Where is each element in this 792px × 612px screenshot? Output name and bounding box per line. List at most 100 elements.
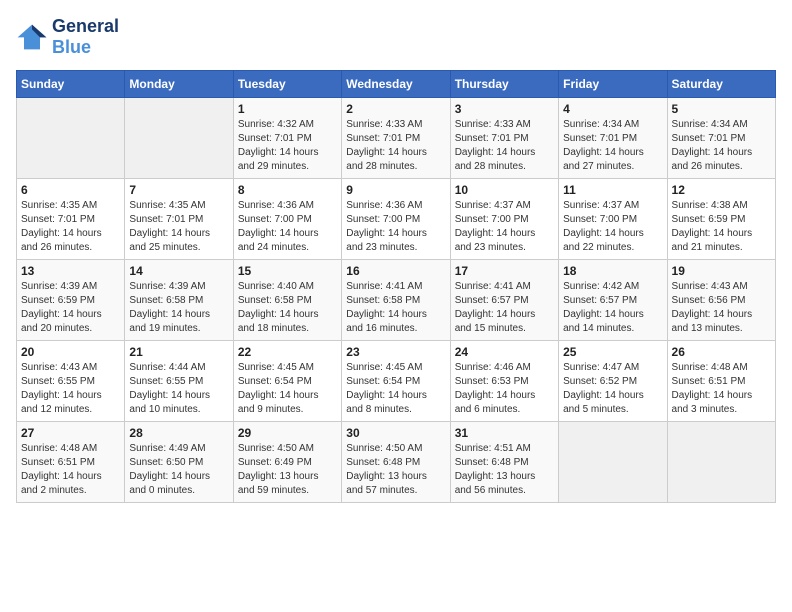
- day-info: Sunrise: 4:45 AM Sunset: 6:54 PM Dayligh…: [346, 361, 445, 417]
- calendar-table: SundayMondayTuesdayWednesdayThursdayFrid…: [16, 70, 776, 503]
- day-number: 24: [455, 345, 554, 359]
- day-number: 17: [455, 264, 554, 278]
- day-info: Sunrise: 4:42 AM Sunset: 6:57 PM Dayligh…: [563, 280, 662, 336]
- day-info: Sunrise: 4:33 AM Sunset: 7:01 PM Dayligh…: [455, 118, 554, 174]
- day-info: Sunrise: 4:37 AM Sunset: 7:00 PM Dayligh…: [455, 199, 554, 255]
- day-number: 7: [129, 183, 228, 197]
- day-number: 21: [129, 345, 228, 359]
- day-info: Sunrise: 4:48 AM Sunset: 6:51 PM Dayligh…: [21, 442, 120, 498]
- day-info: Sunrise: 4:46 AM Sunset: 6:53 PM Dayligh…: [455, 361, 554, 417]
- day-number: 2: [346, 102, 445, 116]
- calendar-cell: [17, 98, 125, 179]
- day-number: 26: [672, 345, 771, 359]
- day-info: Sunrise: 4:36 AM Sunset: 7:00 PM Dayligh…: [238, 199, 337, 255]
- day-info: Sunrise: 4:47 AM Sunset: 6:52 PM Dayligh…: [563, 361, 662, 417]
- day-number: 9: [346, 183, 445, 197]
- calendar-cell: 5Sunrise: 4:34 AM Sunset: 7:01 PM Daylig…: [667, 98, 775, 179]
- calendar-cell: 17 Sunrise: 4:41 AM Sunset: 6:57 PM Dayli…: [450, 260, 558, 341]
- weekday-header-saturday: Saturday: [667, 71, 775, 98]
- day-info: Sunrise: 4:34 AM Sunset: 7:01 PM Dayligh…: [563, 118, 662, 174]
- calendar-cell: 22Sunrise: 4:45 AM Sunset: 6:54 PM Dayli…: [233, 341, 341, 422]
- calendar-cell: 21 Sunrise: 4:44 AM Sunset: 6:55 PM Dayli…: [125, 341, 233, 422]
- day-number: 25: [563, 345, 662, 359]
- day-number: 10: [455, 183, 554, 197]
- calendar-week-5: 27 Sunrise: 4:48 AM Sunset: 6:51 PM Dayli…: [17, 422, 776, 503]
- day-number: 22: [238, 345, 337, 359]
- day-info: Sunrise: 4:51 AM Sunset: 6:48 PM Dayligh…: [455, 442, 554, 498]
- day-number: 3: [455, 102, 554, 116]
- day-number: 18: [563, 264, 662, 278]
- weekday-header-thursday: Thursday: [450, 71, 558, 98]
- calendar-cell: [559, 422, 667, 503]
- calendar-cell: 9 Sunrise: 4:36 AM Sunset: 7:00 PM Daylig…: [342, 179, 450, 260]
- calendar-cell: 16Sunrise: 4:41 AM Sunset: 6:58 PM Dayli…: [342, 260, 450, 341]
- logo: General Blue: [16, 16, 119, 58]
- day-info: Sunrise: 4:32 AM Sunset: 7:01 PM Dayligh…: [238, 118, 337, 174]
- calendar-cell: 15Sunrise: 4:40 AM Sunset: 6:58 PM Dayli…: [233, 260, 341, 341]
- calendar-cell: [667, 422, 775, 503]
- calendar-cell: 4 Sunrise: 4:34 AM Sunset: 7:01 PM Daylig…: [559, 98, 667, 179]
- day-info: Sunrise: 4:40 AM Sunset: 6:58 PM Dayligh…: [238, 280, 337, 336]
- calendar-cell: 29 Sunrise: 4:50 AM Sunset: 6:49 PM Dayli…: [233, 422, 341, 503]
- day-info: Sunrise: 4:44 AM Sunset: 6:55 PM Dayligh…: [129, 361, 228, 417]
- calendar-cell: 27 Sunrise: 4:48 AM Sunset: 6:51 PM Dayli…: [17, 422, 125, 503]
- day-number: 29: [238, 426, 337, 440]
- day-info: Sunrise: 4:50 AM Sunset: 6:49 PM Dayligh…: [238, 442, 337, 498]
- calendar-week-1: 1 Sunrise: 4:32 AM Sunset: 7:01 PM Daylig…: [17, 98, 776, 179]
- day-number: 1: [238, 102, 337, 116]
- day-number: 14: [129, 264, 228, 278]
- day-info: Sunrise: 4:49 AM Sunset: 6:50 PM Dayligh…: [129, 442, 228, 498]
- day-info: Sunrise: 4:41 AM Sunset: 6:57 PM Dayligh…: [455, 280, 554, 336]
- day-info: Sunrise: 4:33 AM Sunset: 7:01 PM Dayligh…: [346, 118, 445, 174]
- calendar-cell: 23 Sunrise: 4:45 AM Sunset: 6:54 PM Dayli…: [342, 341, 450, 422]
- day-info: Sunrise: 4:41 AM Sunset: 6:58 PM Dayligh…: [346, 280, 445, 336]
- calendar-week-4: 20 Sunrise: 4:43 AM Sunset: 6:55 PM Dayli…: [17, 341, 776, 422]
- day-number: 30: [346, 426, 445, 440]
- calendar-header: SundayMondayTuesdayWednesdayThursdayFrid…: [17, 71, 776, 98]
- weekday-header-tuesday: Tuesday: [233, 71, 341, 98]
- calendar-cell: 7 Sunrise: 4:35 AM Sunset: 7:01 PM Daylig…: [125, 179, 233, 260]
- calendar-cell: 18 Sunrise: 4:42 AM Sunset: 6:57 PM Dayli…: [559, 260, 667, 341]
- day-info: Sunrise: 4:39 AM Sunset: 6:58 PM Dayligh…: [129, 280, 228, 336]
- day-number: 5: [672, 102, 771, 116]
- day-number: 31: [455, 426, 554, 440]
- calendar-cell: 11Sunrise: 4:37 AM Sunset: 7:00 PM Dayli…: [559, 179, 667, 260]
- calendar-week-2: 6 Sunrise: 4:35 AM Sunset: 7:01 PM Daylig…: [17, 179, 776, 260]
- calendar-cell: 2 Sunrise: 4:33 AM Sunset: 7:01 PM Daylig…: [342, 98, 450, 179]
- day-number: 11: [563, 183, 662, 197]
- calendar-cell: 30 Sunrise: 4:50 AM Sunset: 6:48 PM Dayli…: [342, 422, 450, 503]
- calendar-cell: 3 Sunrise: 4:33 AM Sunset: 7:01 PM Daylig…: [450, 98, 558, 179]
- day-number: 27: [21, 426, 120, 440]
- day-number: 6: [21, 183, 120, 197]
- weekday-header-friday: Friday: [559, 71, 667, 98]
- calendar-cell: 10 Sunrise: 4:37 AM Sunset: 7:00 PM Dayli…: [450, 179, 558, 260]
- calendar-cell: 14 Sunrise: 4:39 AM Sunset: 6:58 PM Dayli…: [125, 260, 233, 341]
- logo-text: General Blue: [52, 16, 119, 58]
- calendar-cell: 8Sunrise: 4:36 AM Sunset: 7:00 PM Daylig…: [233, 179, 341, 260]
- day-info: Sunrise: 4:50 AM Sunset: 6:48 PM Dayligh…: [346, 442, 445, 498]
- calendar-cell: 20 Sunrise: 4:43 AM Sunset: 6:55 PM Dayli…: [17, 341, 125, 422]
- day-info: Sunrise: 4:36 AM Sunset: 7:00 PM Dayligh…: [346, 199, 445, 255]
- calendar-cell: 24 Sunrise: 4:46 AM Sunset: 6:53 PM Dayli…: [450, 341, 558, 422]
- weekday-header-wednesday: Wednesday: [342, 71, 450, 98]
- calendar-cell: 6 Sunrise: 4:35 AM Sunset: 7:01 PM Daylig…: [17, 179, 125, 260]
- calendar-cell: 28Sunrise: 4:49 AM Sunset: 6:50 PM Dayli…: [125, 422, 233, 503]
- day-number: 4: [563, 102, 662, 116]
- day-number: 23: [346, 345, 445, 359]
- day-info: Sunrise: 4:35 AM Sunset: 7:01 PM Dayligh…: [129, 199, 228, 255]
- calendar-week-3: 13Sunrise: 4:39 AM Sunset: 6:59 PM Dayli…: [17, 260, 776, 341]
- calendar-cell: 13Sunrise: 4:39 AM Sunset: 6:59 PM Dayli…: [17, 260, 125, 341]
- day-number: 19: [672, 264, 771, 278]
- calendar-cell: 31 Sunrise: 4:51 AM Sunset: 6:48 PM Dayli…: [450, 422, 558, 503]
- day-info: Sunrise: 4:43 AM Sunset: 6:55 PM Dayligh…: [21, 361, 120, 417]
- logo-icon: [16, 23, 48, 51]
- weekday-header-sunday: Sunday: [17, 71, 125, 98]
- day-info: Sunrise: 4:43 AM Sunset: 6:56 PM Dayligh…: [672, 280, 771, 336]
- day-info: Sunrise: 4:39 AM Sunset: 6:59 PM Dayligh…: [21, 280, 120, 336]
- calendar-cell: 1 Sunrise: 4:32 AM Sunset: 7:01 PM Daylig…: [233, 98, 341, 179]
- weekday-header-monday: Monday: [125, 71, 233, 98]
- calendar-cell: 19 Sunrise: 4:43 AM Sunset: 6:56 PM Dayli…: [667, 260, 775, 341]
- day-number: 20: [21, 345, 120, 359]
- page-header: General Blue: [16, 16, 776, 58]
- day-info: Sunrise: 4:35 AM Sunset: 7:01 PM Dayligh…: [21, 199, 120, 255]
